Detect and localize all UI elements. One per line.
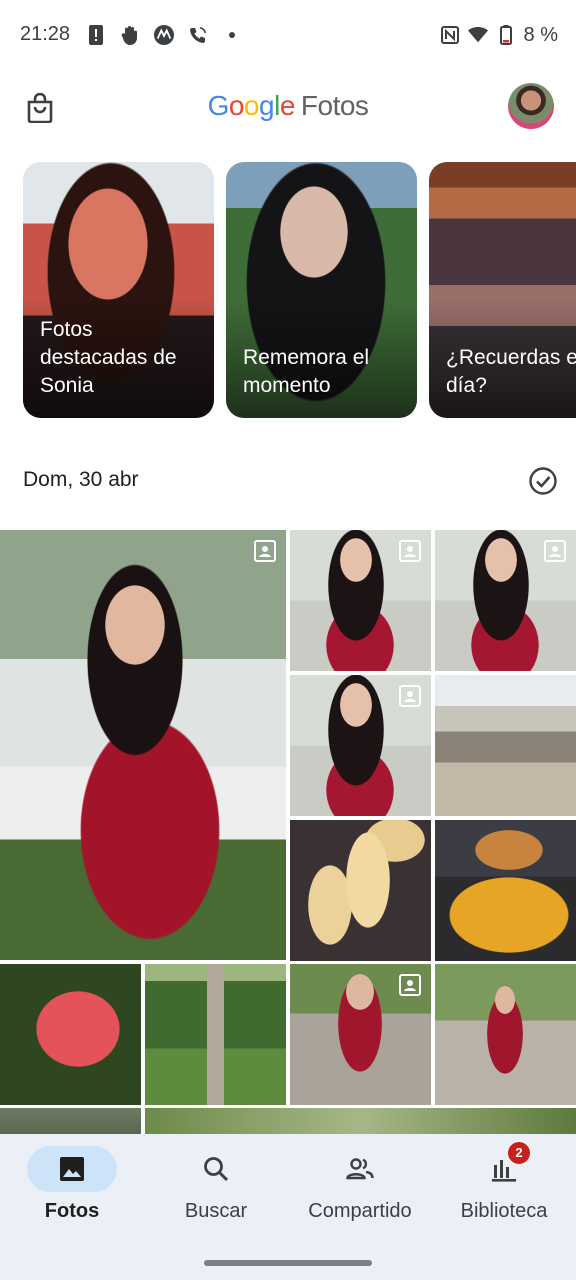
- nav-label: Buscar: [184, 1200, 248, 1222]
- battery-percent: 8 %: [523, 23, 558, 46]
- memory-label: Rememora el momento: [243, 346, 370, 397]
- hand-icon: [120, 24, 140, 46]
- search-icon: [204, 1157, 229, 1182]
- person-icon: [254, 540, 276, 562]
- gesture-handle[interactable]: [204, 1260, 372, 1266]
- status-system-icons: 8 %: [440, 22, 558, 48]
- memory-card[interactable]: Fotos destacadas de Sonia: [23, 162, 214, 418]
- bottom-navigation: Fotos Buscar Compartido 2 Biblioteca: [0, 1134, 576, 1280]
- photo-woman-2[interactable]: [435, 530, 576, 671]
- memories-carousel[interactable]: Fotos destacadas de Sonia Rememora el mo…: [23, 162, 576, 418]
- memory-label: Fotos destacadas de Sonia: [40, 318, 177, 397]
- logo-product-name: Fotos: [300, 90, 369, 121]
- photo-icon: [60, 1157, 84, 1181]
- nav-label: Biblioteca: [460, 1200, 548, 1222]
- memory-card[interactable]: ¿Recuerdas este día?: [429, 162, 576, 418]
- photo-grid: [0, 530, 576, 1140]
- photo-woman-1[interactable]: [290, 530, 431, 671]
- nav-tab-biblioteca[interactable]: 2 Biblioteca: [432, 1142, 576, 1234]
- status-time: 21:28: [20, 23, 71, 45]
- photo-market[interactable]: [435, 675, 576, 816]
- google-photos-logo: Google Fotos: [0, 90, 576, 122]
- section-date: Dom, 30 abr: [23, 468, 139, 491]
- person-icon: [399, 540, 421, 562]
- photo-statue[interactable]: [145, 964, 286, 1105]
- photo-woman-4[interactable]: [290, 964, 431, 1105]
- nav-tab-buscar[interactable]: Buscar: [144, 1144, 288, 1234]
- nav-tab-fotos[interactable]: Fotos: [0, 1144, 144, 1234]
- check-circle-icon[interactable]: [528, 466, 558, 496]
- wifi-call-icon: [188, 24, 208, 46]
- nfc-icon: [440, 24, 460, 46]
- photo-woman-5[interactable]: [435, 964, 576, 1105]
- app-bar: Google Fotos: [0, 70, 576, 144]
- motorola-icon: [154, 24, 174, 46]
- people-icon: [346, 1158, 374, 1180]
- photo-fries[interactable]: [290, 820, 431, 961]
- memory-label: ¿Recuerdas este día?: [446, 346, 576, 397]
- photo-rose[interactable]: [0, 964, 141, 1105]
- alert-icon: [86, 24, 106, 46]
- dot-icon: [222, 24, 242, 46]
- account-avatar[interactable]: [508, 83, 554, 129]
- person-icon: [399, 974, 421, 996]
- notification-badge: 2: [508, 1142, 530, 1164]
- wifi-icon: [467, 24, 488, 46]
- status-notification-icons: [86, 22, 242, 48]
- person-icon: [399, 685, 421, 707]
- date-section-header: Dom, 30 abr: [0, 448, 576, 512]
- memory-card[interactable]: Rememora el momento: [226, 162, 417, 418]
- nav-label: Fotos: [44, 1200, 100, 1222]
- photo-burger[interactable]: [435, 820, 576, 961]
- nav-label: Compartido: [308, 1200, 412, 1222]
- photo-woman-bench[interactable]: [0, 530, 286, 960]
- logo-google-word: Google: [207, 90, 296, 121]
- status-bar: 21:28 8 %: [0, 0, 576, 70]
- nav-tab-compartido[interactable]: Compartido: [288, 1144, 432, 1234]
- battery-icon: [496, 24, 516, 46]
- photo-woman-3[interactable]: [290, 675, 431, 816]
- person-icon: [544, 540, 566, 562]
